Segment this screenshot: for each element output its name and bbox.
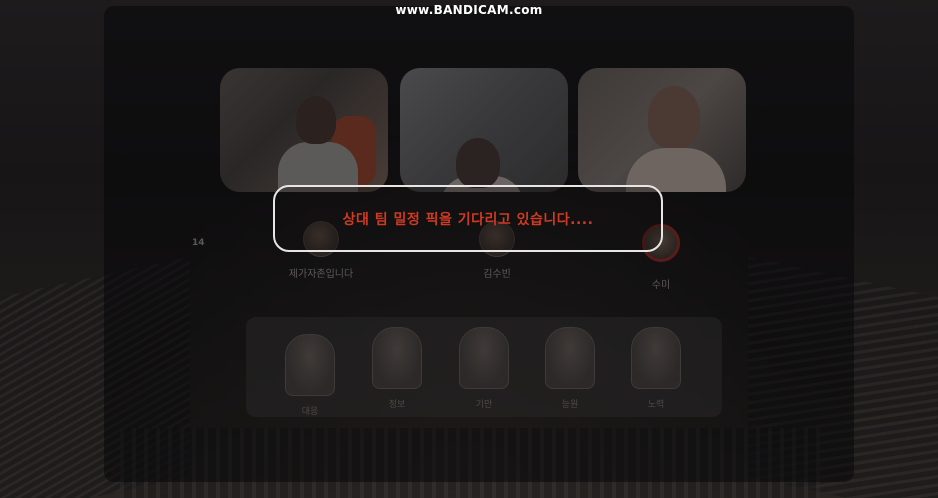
character-label: 정보 (388, 400, 406, 410)
player-name: 제가자존입니다 (288, 269, 354, 280)
character-card-2[interactable]: 정보 (362, 327, 432, 410)
character-figure-icon (545, 327, 595, 389)
character-figure-icon (372, 327, 422, 389)
turn-timer: 14 (192, 238, 205, 248)
game-screen: www.BANDICAM.com 14 제가자존입니다 김수빈 수미 대응 정보 (0, 0, 938, 498)
person-head (456, 138, 500, 188)
character-label: 노력 (647, 400, 665, 410)
character-select-panel: 대응 정보 기만 능원 노력 (246, 317, 722, 417)
character-figure-icon (631, 327, 681, 389)
character-figure-icon (285, 334, 335, 396)
waiting-modal: 상대 팀 밀정 픽을 기다리고 있습니다.... (273, 185, 663, 252)
waiting-message: 상대 팀 밀정 픽을 기다리고 있습니다.... (342, 211, 594, 228)
player-name: 수미 (651, 280, 671, 291)
video-tile-player-3 (578, 68, 746, 192)
player-name: 김수빈 (483, 269, 511, 280)
person-head (296, 96, 336, 144)
character-label: 대응 (301, 407, 319, 417)
character-card-5[interactable]: 노력 (621, 327, 691, 410)
character-card-4[interactable]: 능원 (535, 327, 605, 410)
person-head (648, 86, 700, 148)
character-label: 기만 (475, 400, 493, 410)
character-label: 능원 (561, 400, 579, 410)
video-tile-player-2 (400, 68, 568, 192)
character-figure-icon (459, 327, 509, 389)
character-card-1[interactable]: 대응 (275, 334, 345, 417)
recorder-watermark: www.BANDICAM.com (395, 3, 543, 17)
character-card-3[interactable]: 기만 (449, 327, 519, 410)
video-tile-player-1 (220, 68, 388, 192)
